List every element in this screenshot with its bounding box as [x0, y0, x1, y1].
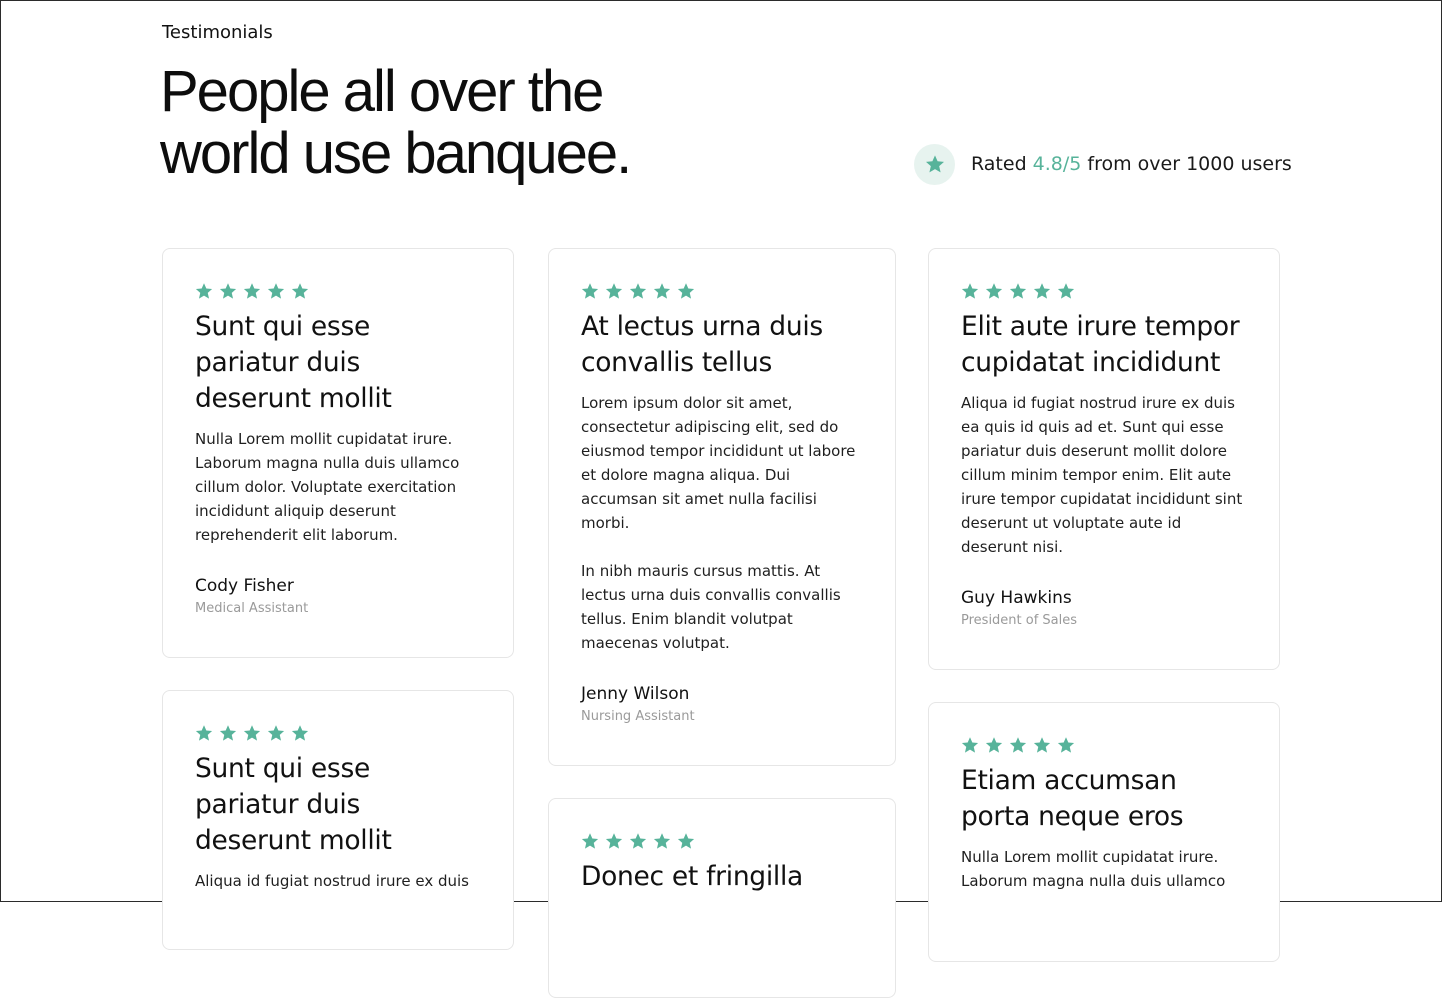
rating-summary: Rated 4.8/5 from over 1000 users [914, 143, 1292, 185]
testimonial-title: At lectus urna duis convallis tellus [581, 311, 823, 378]
star-icon [1057, 737, 1075, 753]
testimonial-paragraph: In nibh mauris cursus mattis. At lectus … [581, 562, 841, 652]
author-name: Cody Fisher [195, 576, 294, 596]
star-icon [291, 283, 309, 299]
star-icon [629, 833, 647, 849]
headline-line-2: world use banquee. [160, 121, 632, 186]
star-rating [581, 831, 863, 851]
author-role: Medical Assistant [195, 601, 309, 616]
rating-text: Rated 4.8/5 from over 1000 users [971, 153, 1292, 175]
author-name: Jenny Wilson [581, 684, 690, 704]
star-rating [961, 281, 1247, 301]
star-icon [961, 737, 979, 753]
testimonial-paragraph: Nulla Lorem mollit cupidatat irure. Labo… [195, 430, 460, 544]
star-icon [195, 725, 213, 741]
star-icon [1033, 283, 1051, 299]
star-rating [961, 735, 1247, 755]
star-icon [653, 833, 671, 849]
star-icon [581, 833, 599, 849]
star-icon [985, 737, 1003, 753]
star-icon [1057, 283, 1075, 299]
author-role: President of Sales [961, 613, 1078, 628]
rating-badge [914, 143, 955, 185]
star-icon [1009, 737, 1027, 753]
star-icon [1009, 283, 1027, 299]
rating-suffix: from over 1000 users [1081, 153, 1292, 175]
testimonial-card: At lectus urna duis convallis tellus Lor… [548, 248, 896, 766]
testimonial-card: Etiam accumsan porta neque eros Nulla Lo… [928, 702, 1280, 962]
star-icon [195, 283, 213, 299]
star-icon [629, 283, 647, 299]
headline-line-1: People all over the [160, 59, 604, 124]
star-icon [219, 725, 237, 741]
testimonial-title: Sunt qui esse pariatur duis deserunt mol… [195, 753, 392, 856]
testimonial-paragraph: Nulla Lorem mollit cupidatat irure. Labo… [961, 848, 1226, 890]
star-icon [267, 283, 285, 299]
author-role: Nursing Assistant [581, 709, 695, 724]
testimonial-paragraph: Lorem ipsum dolor sit amet, consectetur … [581, 394, 856, 532]
star-icon [653, 283, 671, 299]
testimonial-card: Donec et fringilla [548, 798, 896, 998]
testimonial-card: Sunt qui esse pariatur duis deserunt mol… [162, 248, 514, 658]
testimonial-card: Elit aute irure tempor cupidatat incidid… [928, 248, 1280, 670]
section-eyebrow: Testimonials [162, 22, 273, 43]
star-rating [195, 281, 481, 301]
testimonial-body: Aliqua id fugiat nostrud irure ex duis [195, 869, 481, 893]
star-icon [605, 833, 623, 849]
star-icon [219, 283, 237, 299]
star-icon [961, 283, 979, 299]
star-rating [195, 723, 481, 743]
testimonial-body: Aliqua id fugiat nostrud irure ex duis e… [961, 391, 1247, 559]
testimonial-body: Nulla Lorem mollit cupidatat irure. Labo… [961, 845, 1247, 893]
testimonial-paragraph: Aliqua id fugiat nostrud irure ex duis e… [961, 394, 1243, 556]
rating-value: 4.8/5 [1032, 153, 1082, 175]
star-icon [677, 833, 695, 849]
page-headline: People all over the world use banquee. [160, 61, 780, 185]
star-icon [291, 725, 309, 741]
star-icon [1033, 737, 1051, 753]
testimonial-body: Lorem ipsum dolor sit amet, consectetur … [581, 391, 863, 655]
star-icon [581, 283, 599, 299]
star-icon [677, 283, 695, 299]
star-icon [267, 725, 285, 741]
testimonial-title: Sunt qui esse pariatur duis deserunt mol… [195, 311, 392, 414]
testimonial-body: Nulla Lorem mollit cupidatat irure. Labo… [195, 427, 481, 547]
testimonial-title: Etiam accumsan porta neque eros [961, 765, 1184, 832]
testimonial-card: Sunt qui esse pariatur duis deserunt mol… [162, 690, 514, 950]
star-icon [985, 283, 1003, 299]
author-name: Guy Hawkins [961, 588, 1072, 608]
testimonial-title: Donec et fringilla [581, 861, 803, 892]
star-icon [925, 155, 944, 173]
star-icon [243, 725, 261, 741]
rating-prefix: Rated [971, 153, 1033, 175]
star-icon [605, 283, 623, 299]
star-rating [581, 281, 863, 301]
testimonial-title: Elit aute irure tempor cupidatat incidid… [961, 311, 1240, 378]
star-icon [243, 283, 261, 299]
testimonial-paragraph: Aliqua id fugiat nostrud irure ex duis [195, 872, 469, 890]
